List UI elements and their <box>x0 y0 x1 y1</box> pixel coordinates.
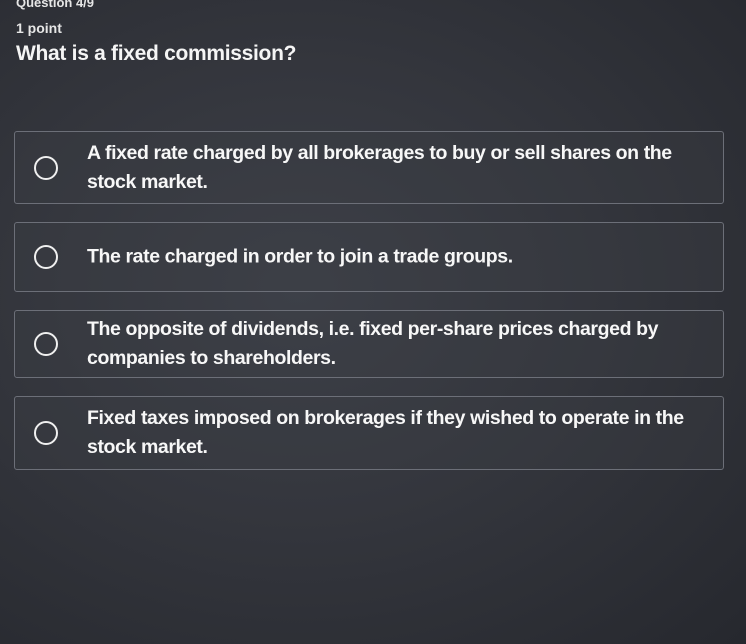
answer-option-label: The rate charged in order to join a trad… <box>87 245 513 268</box>
question-points: 1 point <box>16 20 62 36</box>
radio-button-icon[interactable] <box>34 155 58 180</box>
radio-button-icon[interactable] <box>34 332 58 356</box>
answer-option-4[interactable]: Fixed taxes imposed on brokerages if the… <box>14 396 724 470</box>
answer-option-3[interactable]: The opposite of dividends, i.e. fixed pe… <box>14 310 724 378</box>
radio-button-icon[interactable] <box>34 421 58 445</box>
answer-option-label: A fixed rate charged by all brokerages t… <box>87 141 672 193</box>
answer-option-label: Fixed taxes imposed on brokerages if the… <box>87 407 684 458</box>
answer-option-label: The opposite of dividends, i.e. fixed pe… <box>87 318 659 369</box>
radio-button-icon[interactable] <box>34 245 58 269</box>
question-header: Question 4/9 1 point What is a fixed com… <box>16 0 296 66</box>
question-number: Question 4/9 <box>16 0 95 10</box>
question-text: What is a fixed commission? <box>16 42 297 65</box>
answer-option-1[interactable]: A fixed rate charged by all brokerages t… <box>14 131 724 204</box>
answer-options: A fixed rate charged by all brokerages t… <box>14 131 724 488</box>
answer-option-2[interactable]: The rate charged in order to join a trad… <box>14 222 724 292</box>
